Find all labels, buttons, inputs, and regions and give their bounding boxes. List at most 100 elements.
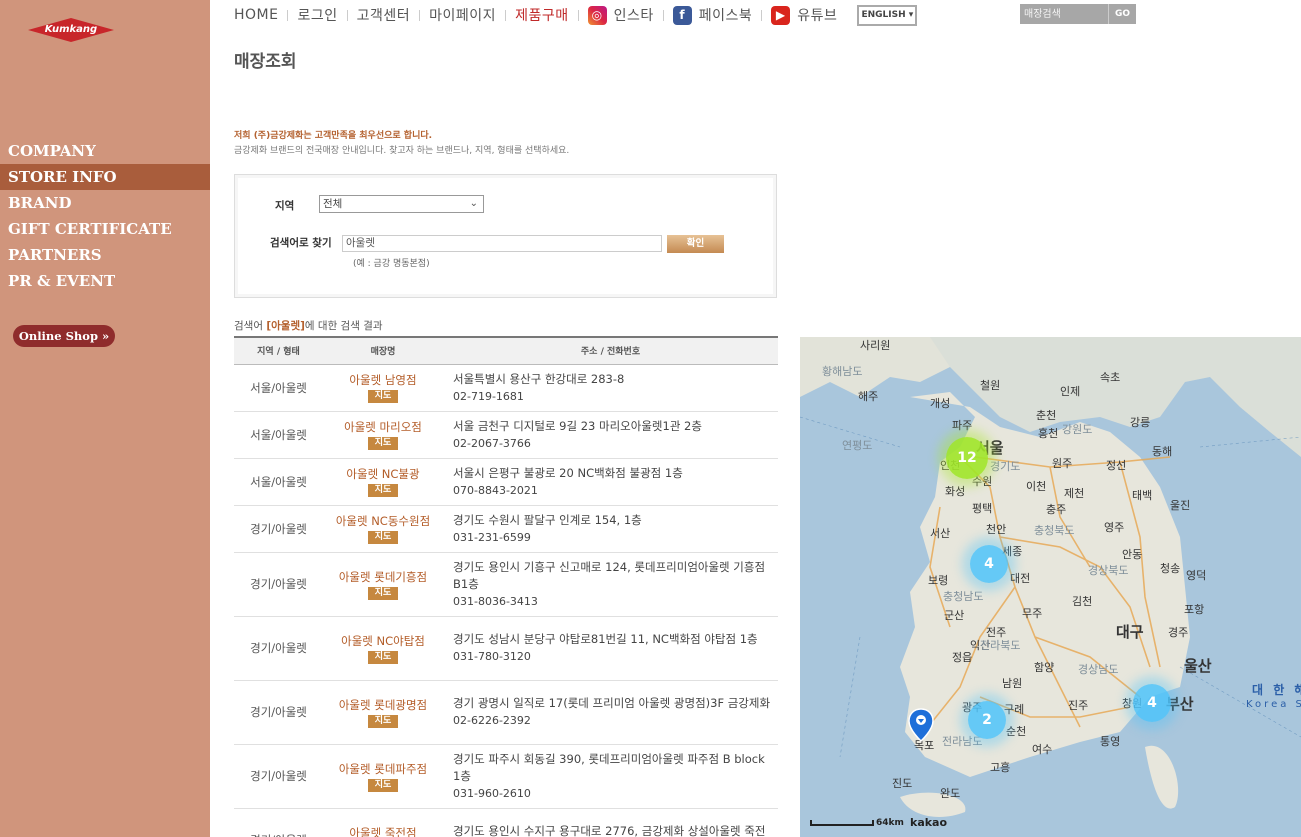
result-keyword: [아울렛]	[266, 320, 305, 332]
store-address-cell: 서울특별시 용산구 한강대로 283-8 02-719-1681	[443, 364, 778, 412]
province-label: 황해남도	[822, 365, 863, 378]
city-label: 인제	[1060, 385, 1081, 398]
store-phone: 02-719-1681	[453, 389, 524, 403]
store-map[interactable]: 사리원 황해남도 해주 개성 파주 연평도 서울 인천 수원 화성 평택 천안 …	[800, 337, 1301, 837]
store-name-link[interactable]: 아울렛 남영점	[323, 372, 443, 388]
city-label: 안동	[1122, 548, 1143, 561]
store-name-link[interactable]: 아울렛 마리오점	[323, 419, 443, 435]
store-name-link[interactable]: 아울렛 NC야탑점	[323, 633, 443, 649]
keyword-label: 검색어로 찾기	[270, 237, 332, 249]
store-name-link[interactable]: 아울렛 NC동수원점	[323, 513, 443, 529]
nav-mypage[interactable]: 마이페이지	[429, 5, 496, 25]
store-address: 서울시 은평구 불광로 20 NC백화점 불광점 1층	[453, 465, 683, 480]
show-map-button[interactable]: 지도	[368, 778, 398, 792]
city-label: 울진	[1170, 499, 1191, 512]
store-address-cell: 경기도 파주시 회동길 390, 롯데프리미엄아울렛 파주점 B block 1…	[443, 744, 778, 809]
online-shop-button[interactable]: Online Shop »	[13, 325, 115, 347]
table-row: 경기/아울렛 아울렛 롯데광명점 지도 경기 광명시 일직로 17(롯데 프리미엄 아…	[234, 680, 778, 745]
store-name-link[interactable]: 아울렛 롯데기흥점	[323, 569, 443, 585]
nav-login[interactable]: 로그인	[297, 5, 337, 25]
city-label: 청송	[1160, 562, 1181, 575]
store-name-cell: 아울렛 롯데파주점 지도	[323, 744, 443, 809]
table-row: 서울/아울렛 아울렛 남영점 지도 서울특별시 용산구 한강대로 283-8 02-71…	[234, 364, 778, 412]
city-label: 춘천	[1036, 409, 1057, 422]
store-region-type: 경기/아울렛	[234, 808, 323, 837]
sidebar-item-store-info[interactable]: STORE INFO	[0, 164, 210, 190]
show-map-button[interactable]: 지도	[368, 714, 398, 728]
kumkang-logo[interactable]: Kumkang	[26, 16, 116, 44]
store-name-cell: 아울렛 NC불광지도	[323, 458, 443, 506]
instagram-label: 인스타	[613, 8, 654, 24]
store-search-box: GO	[1020, 4, 1136, 24]
region-label: 지역	[275, 200, 295, 212]
top-navigation: HOME 로그인 고객센터 마이페이지 제품구매 ◎ 인스타 f 페이스북 ▶ …	[234, 0, 918, 30]
province-label: 강원도	[1062, 423, 1093, 436]
city-label: 영주	[1104, 521, 1125, 534]
show-map-button[interactable]: 지도	[368, 484, 398, 497]
city-label: 이천	[1026, 480, 1047, 493]
location-pin-icon[interactable]	[908, 708, 934, 742]
store-name-link[interactable]: 아울렛 롯데광명점	[323, 697, 443, 713]
sidebar-item-pr-event[interactable]: PR & EVENT	[0, 268, 210, 294]
city-label: 정선	[1106, 459, 1127, 472]
show-map-button[interactable]: 지도	[368, 390, 398, 403]
nav-divider	[346, 9, 348, 21]
confirm-button[interactable]: 확인	[667, 235, 724, 253]
search-go-button[interactable]: GO	[1108, 4, 1136, 24]
store-name-cell: 아울렛 롯데기흥점 지도	[323, 552, 443, 617]
city-label: 영덕	[1186, 569, 1207, 582]
store-cluster-marker[interactable]: 4	[970, 545, 1008, 583]
store-name-link[interactable]: 아울렛 NC불광	[323, 466, 443, 482]
store-cluster-marker[interactable]: 12	[946, 437, 988, 479]
store-name-link[interactable]: 아울렛 죽전점	[323, 825, 443, 837]
map-scale-label: 64km	[876, 818, 904, 828]
sidebar-item-gift-certificate[interactable]: GIFT CERTIFICATE	[0, 216, 210, 242]
nav-instagram[interactable]: ◎ 인스타	[587, 5, 654, 25]
nav-divider	[577, 9, 579, 21]
store-cluster-marker[interactable]: 4	[1133, 684, 1171, 722]
city-label: 대전	[1010, 572, 1031, 585]
map-scale-bar	[810, 820, 874, 826]
store-name-cell: 아울렛 NC야탑점 지도	[323, 616, 443, 681]
province-label: 경상북도	[1088, 564, 1129, 577]
keyword-input[interactable]: 아울렛	[342, 235, 662, 252]
sidebar-item-company[interactable]: COMPANY	[0, 138, 210, 164]
city-label: 정읍	[952, 651, 973, 664]
language-select[interactable]: ENGLISH ▾	[857, 4, 918, 26]
header-region-type: 지역 / 형태	[234, 336, 323, 365]
store-address: 서울특별시 용산구 한강대로 283-8	[453, 371, 625, 386]
store-address-cell: 서울 금천구 디지털로 9길 23 마리오아울렛1관 2층 02-2067-376…	[443, 411, 778, 459]
show-map-button[interactable]: 지도	[368, 650, 398, 664]
nav-buy-products[interactable]: 제품구매	[515, 5, 569, 25]
city-label: 제천	[1064, 487, 1085, 500]
city-label: 서산	[930, 527, 951, 540]
store-cluster-marker[interactable]: 2	[968, 701, 1006, 739]
nav-divider	[287, 9, 289, 21]
show-map-button[interactable]: 지도	[368, 531, 398, 544]
keyword-example: (예 : 금강 명동본점)	[353, 259, 430, 269]
sidebar-item-brand[interactable]: BRAND	[0, 190, 210, 216]
facebook-icon: f	[672, 5, 692, 25]
city-label: 해주	[858, 390, 879, 403]
nav-home[interactable]: HOME	[234, 7, 278, 23]
store-address: 서울 금천구 디지털로 9길 23 마리오아울렛1관 2층	[453, 418, 702, 433]
nav-facebook[interactable]: f 페이스북	[672, 5, 753, 25]
store-region-type: 서울/아울렛	[234, 458, 323, 506]
show-map-button[interactable]: 지도	[368, 437, 398, 450]
store-name-cell: 아울렛 마리오점지도	[323, 411, 443, 459]
store-search-input[interactable]	[1020, 4, 1108, 24]
nav-divider	[505, 9, 507, 21]
province-label: 경상남도	[1078, 663, 1119, 676]
nav-youtube[interactable]: ▶ 유튜브	[771, 5, 837, 25]
province-label: 충청남도	[943, 590, 984, 603]
city-label: 무주	[1022, 607, 1043, 620]
region-select[interactable]: 전체 ⌄	[319, 195, 484, 213]
sidebar-item-partners[interactable]: PARTNERS	[0, 242, 210, 268]
show-map-button[interactable]: 지도	[368, 586, 398, 600]
page-title: 매장조회	[234, 52, 297, 72]
city-label: 함양	[1034, 661, 1055, 674]
nav-customer-center[interactable]: 고객센터	[357, 5, 411, 25]
nav-divider	[761, 9, 763, 21]
city-label: 통영	[1100, 735, 1121, 748]
store-name-link[interactable]: 아울렛 롯데파주점	[323, 761, 443, 777]
